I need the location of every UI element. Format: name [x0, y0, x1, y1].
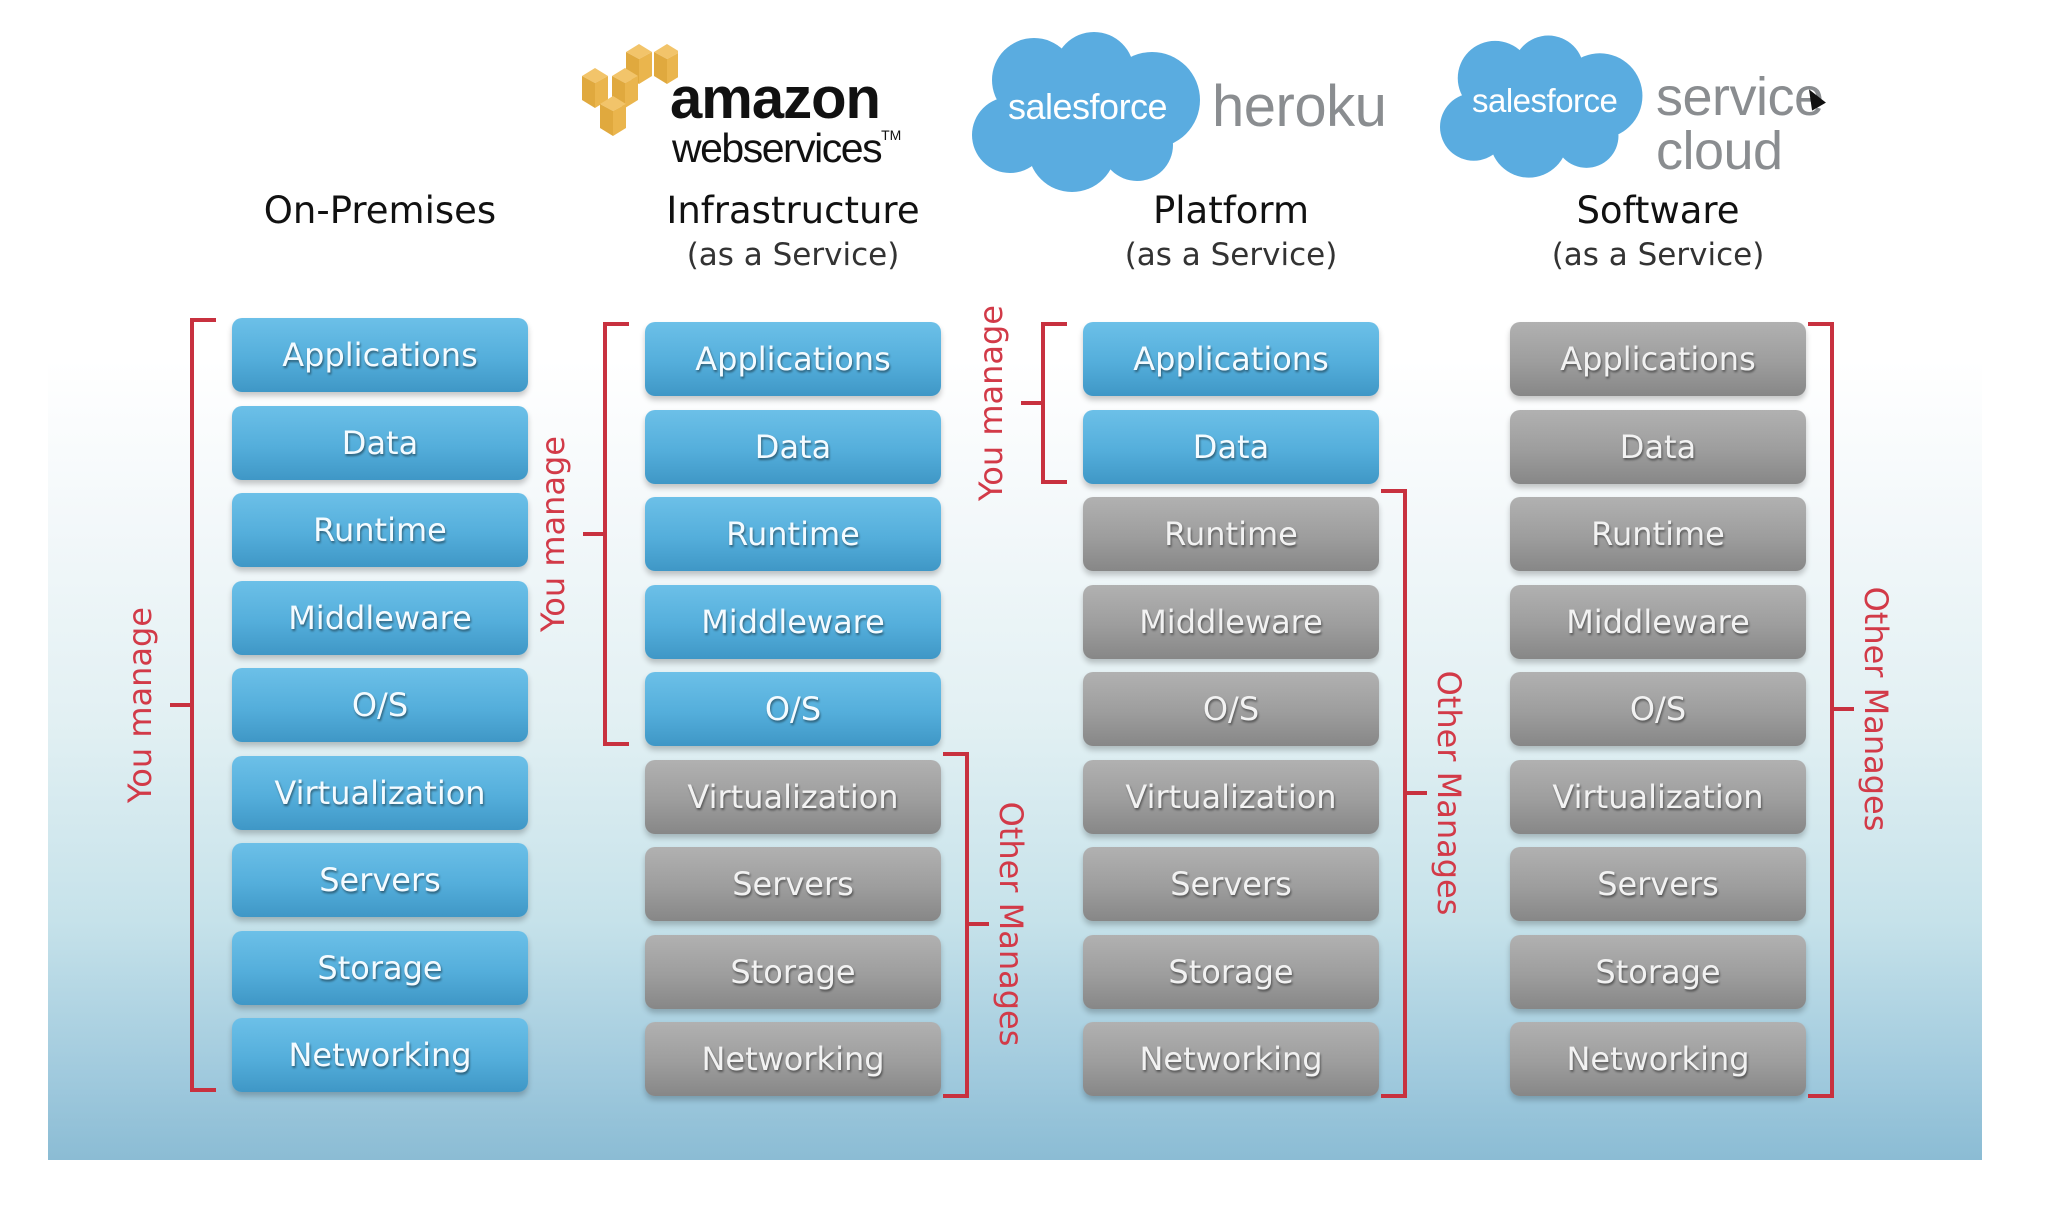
layer-box-os: O/S: [232, 668, 528, 742]
layer-box-networking: Networking: [1083, 1022, 1379, 1096]
other-manages-label: Other Manages: [992, 801, 1030, 1047]
column-subtitle: (as a Service): [1551, 237, 1765, 273]
layer-box-servers: Servers: [1083, 847, 1379, 921]
you-manage-label: You manage: [534, 436, 572, 632]
column-title: Software: [1576, 189, 1740, 232]
aws-trademark: TM: [881, 127, 902, 143]
you-manage-bracket: [190, 318, 216, 1092]
you-manage-label: You manage: [121, 607, 159, 803]
bracket-tick: [1832, 707, 1854, 711]
layer-box-middleware: Middleware: [1510, 584, 1806, 659]
layer-box-networking: Networking: [232, 1018, 528, 1092]
you-manage-bracket: [1041, 322, 1067, 484]
layer-box-data: Data: [1083, 409, 1379, 484]
layer-box-storage: Storage: [232, 930, 528, 1005]
bracket-tick: [170, 703, 192, 707]
salesforce-heroku-logo: salesforce heroku: [972, 30, 1402, 195]
aws-logo-webservices: webservicesTM: [672, 128, 901, 169]
bracket-tick: [1021, 400, 1043, 405]
layer-box-virtualization: Virtualization: [1083, 759, 1379, 834]
other-manages-bracket: [943, 751, 969, 1098]
other-manages-bracket: [1808, 322, 1834, 1098]
layer-box-servers: Servers: [232, 843, 528, 917]
bracket-tick: [967, 921, 989, 926]
other-manages-label: Other Manages: [1430, 670, 1468, 915]
you-manage-bracket: [603, 322, 629, 746]
layer-box-storage: Storage: [645, 934, 941, 1009]
column-subtitle: (as a Service): [1124, 237, 1338, 273]
layer-box-applications: Applications: [645, 322, 941, 396]
layer-box-os: O/S: [645, 672, 941, 746]
layer-box-data: Data: [1510, 409, 1806, 484]
layer-box-runtime: Runtime: [232, 493, 528, 567]
layer-box-middleware: Middleware: [232, 580, 528, 655]
layer-box-servers: Servers: [645, 847, 941, 921]
layer-box-data: Data: [645, 409, 941, 484]
layer-box-virtualization: Virtualization: [645, 759, 941, 834]
layer-box-virtualization: Virtualization: [232, 755, 528, 830]
other-manages-label: Other Manages: [1857, 586, 1895, 832]
layer-box-middleware: Middleware: [645, 584, 941, 659]
layer-box-os: O/S: [1083, 672, 1379, 746]
layer-box-applications: Applications: [1083, 322, 1379, 396]
column-title: Platform: [1152, 189, 1310, 232]
aws-logo-amazon: amazon: [670, 66, 881, 131]
salesforce-wordmark: salesforce: [1472, 82, 1618, 119]
layer-box-runtime: Runtime: [1510, 497, 1806, 571]
other-manages-bracket: [1381, 489, 1407, 1098]
layer-box-networking: Networking: [645, 1022, 941, 1096]
heroku-wordmark: heroku: [1212, 74, 1387, 139]
layer-box-runtime: Runtime: [1083, 497, 1379, 571]
aws-cubes-icon: [582, 44, 678, 136]
bracket-tick: [1405, 790, 1427, 795]
column-title: Infrastructure: [666, 189, 920, 232]
layer-box-middleware: Middleware: [1083, 584, 1379, 659]
aws-logo-webservices-text: webservices: [672, 125, 883, 171]
salesforce-service-cloud-logo: salesforce service cloud: [1440, 32, 1960, 182]
column-subtitle: (as a Service): [686, 237, 900, 273]
bracket-tick: [583, 532, 605, 536]
aws-logo: amazon webservicesTM: [582, 44, 912, 174]
layer-box-applications: Applications: [232, 318, 528, 392]
you-manage-label: You manage: [972, 304, 1010, 501]
layer-box-data: Data: [232, 405, 528, 480]
column-title: On-Premises: [263, 189, 497, 232]
layer-box-storage: Storage: [1083, 934, 1379, 1009]
layer-box-servers: Servers: [1510, 847, 1806, 921]
service-cloud-wordmark: service cloud: [1656, 67, 1824, 181]
layer-box-networking: Networking: [1510, 1022, 1806, 1096]
layer-box-applications: Applications: [1510, 322, 1806, 396]
layer-box-os: O/S: [1510, 672, 1806, 746]
layer-box-runtime: Runtime: [645, 497, 941, 571]
layer-box-storage: Storage: [1510, 934, 1806, 1009]
salesforce-wordmark: salesforce: [1008, 86, 1168, 127]
layer-box-virtualization: Virtualization: [1510, 759, 1806, 834]
